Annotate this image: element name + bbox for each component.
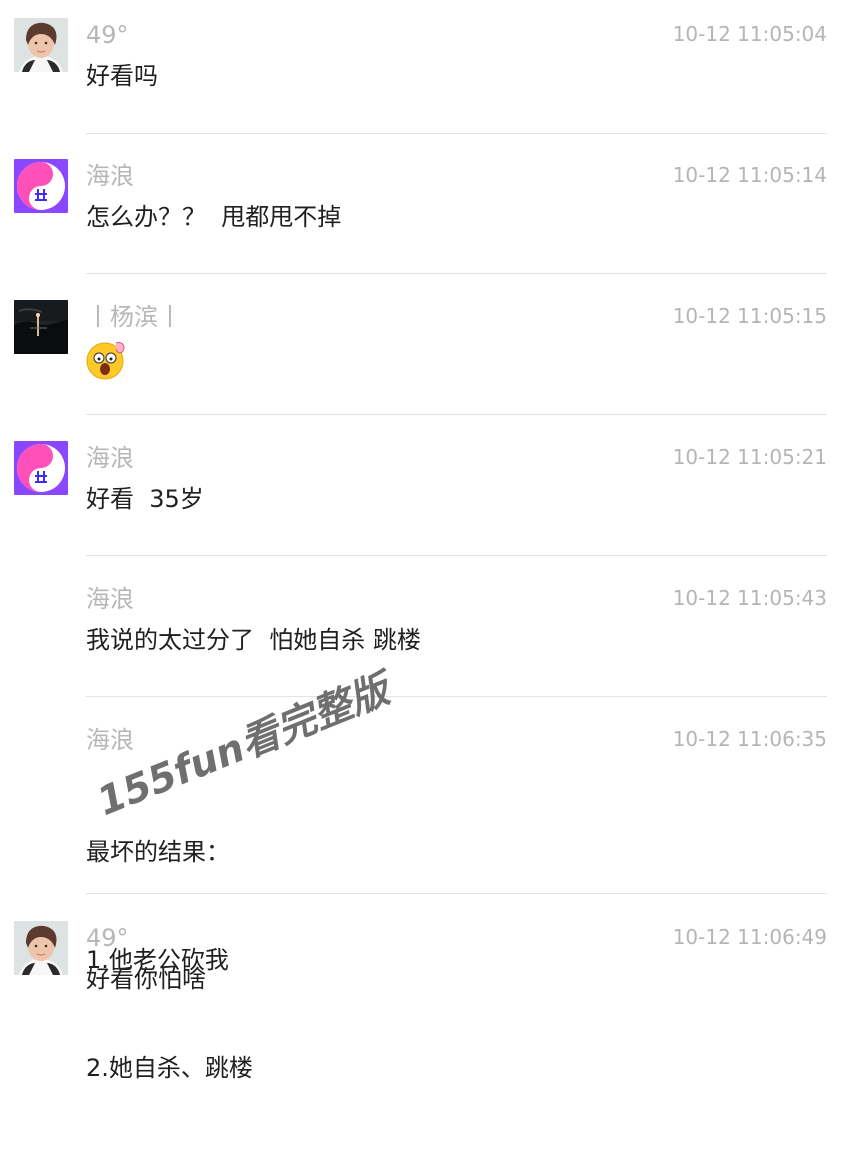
message-divider	[86, 133, 827, 134]
logo-avatar[interactable]	[14, 159, 68, 213]
message-timestamp: 10-12 11:05:04	[672, 22, 827, 46]
person-avatar-icon	[14, 18, 68, 72]
message-timestamp: 10-12 11:05:14	[672, 163, 827, 187]
message-timestamp: 10-12 11:05:21	[672, 445, 827, 469]
logo-avatar-icon	[14, 159, 68, 213]
night-scene-avatar-icon	[14, 300, 68, 354]
message-line-1: 最坏的结果：	[86, 838, 230, 866]
chat-message-1: 49° 10-12 11:05:04 好看吗	[0, 0, 862, 134]
logo-avatar[interactable]	[14, 441, 68, 495]
night-scene-avatar[interactable]	[14, 300, 68, 354]
chat-message-5: 海浪 10-12 11:05:43 我说的太过分了 怕她自杀 跳楼	[0, 564, 862, 697]
message-divider	[86, 273, 827, 274]
message-timestamp: 10-12 11:06:35	[672, 727, 827, 751]
sender-name: 丨杨滨丨	[86, 303, 182, 331]
message-text: 好看 35岁	[86, 485, 204, 513]
message-text: 我说的太过分了 怕她自杀 跳楼	[86, 626, 421, 654]
message-text: 好看你怕啥	[86, 965, 206, 993]
message-timestamp: 10-12 11:05:43	[672, 586, 827, 610]
message-text: 怎么办？？ 甩都甩不掉	[86, 203, 342, 231]
chat-message-4: 海浪 10-12 11:05:21 好看 35岁	[0, 423, 862, 556]
chat-message-list: 49° 10-12 11:05:04 好看吗 海浪 10-12 11:05:14…	[0, 0, 862, 1082]
person-avatar-icon	[14, 921, 68, 975]
sender-name: 海浪	[86, 444, 134, 472]
chat-message-7: 49° 10-12 11:06:49 好看你怕啥	[0, 903, 862, 1024]
surprised-emoji-icon	[86, 339, 128, 381]
message-line-3: 2.她自杀、跳楼	[86, 1054, 253, 1082]
logo-avatar-icon	[14, 441, 68, 495]
message-text: 好看吗	[86, 62, 158, 90]
message-divider	[86, 555, 827, 556]
message-timestamp: 10-12 11:06:49	[672, 925, 827, 949]
message-divider	[86, 893, 827, 894]
sender-name: 49°	[86, 21, 129, 49]
chat-message-2: 海浪 10-12 11:05:14 怎么办？？ 甩都甩不掉	[0, 141, 862, 274]
sender-name: 海浪	[86, 162, 134, 190]
message-divider	[86, 414, 827, 415]
message-timestamp: 10-12 11:05:15	[672, 304, 827, 328]
message-divider	[86, 696, 827, 697]
sender-name: 海浪	[86, 726, 134, 754]
chat-message-3: 丨杨滨丨 10-12 11:05:15	[0, 282, 862, 415]
person-avatar[interactable]	[14, 18, 68, 72]
sender-name: 海浪	[86, 585, 134, 613]
person-avatar[interactable]	[14, 921, 68, 975]
sender-name: 49°	[86, 924, 129, 952]
